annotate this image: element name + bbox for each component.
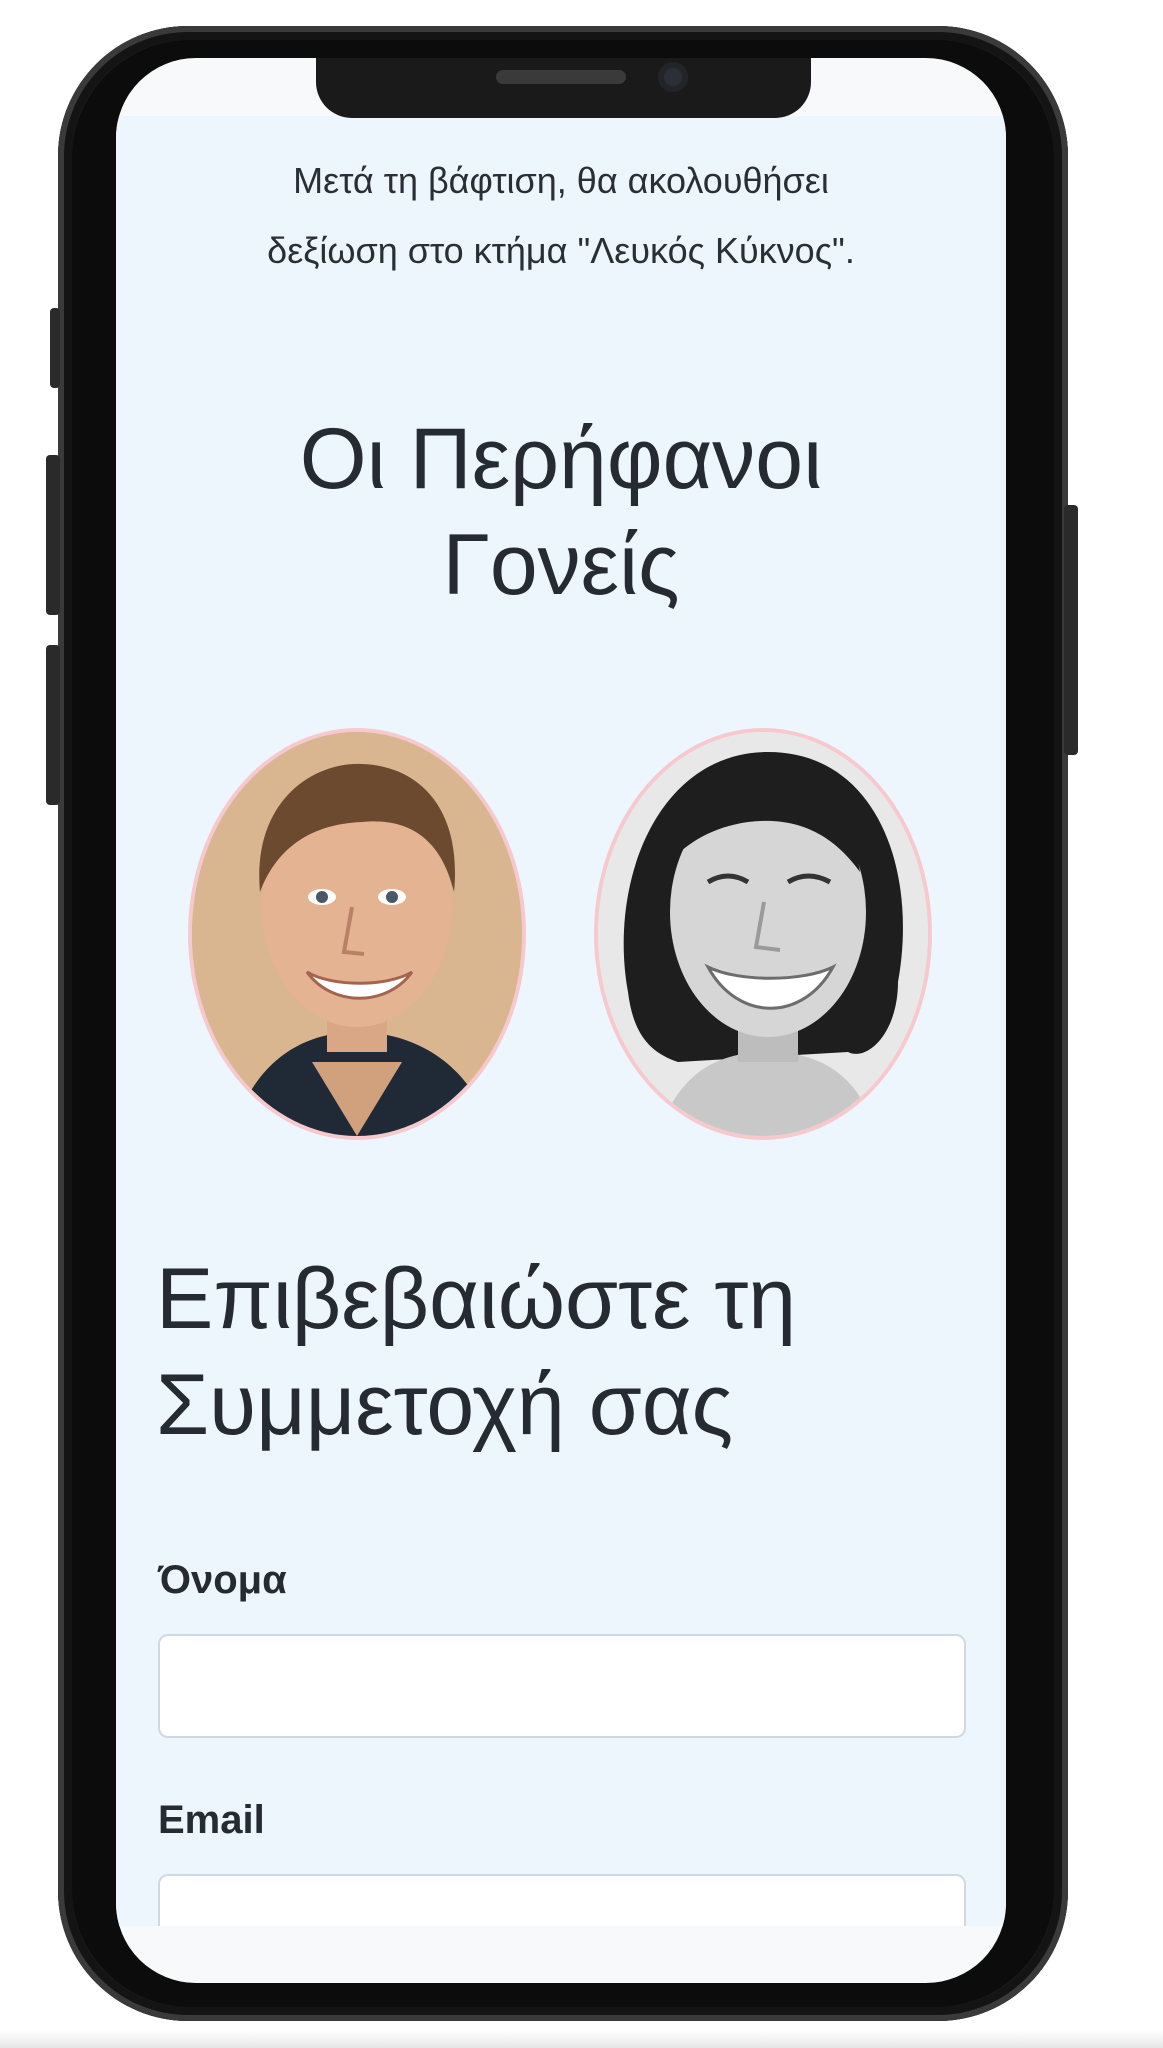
email-label: Email [158, 1798, 265, 1842]
rsvp-heading: Επιβεβαιώστε τη Συμμετοχή σας [156, 1246, 976, 1458]
speaker-grille [496, 70, 626, 84]
father-photo-illustration [192, 732, 522, 1136]
reception-info-line-2: δεξίωση στο κτήμα "Λευκός Κύκνος". [267, 230, 855, 271]
volume-up-button [46, 455, 60, 615]
mother-portrait [594, 728, 932, 1140]
power-button [1064, 505, 1078, 755]
name-input[interactable] [158, 1634, 966, 1738]
parents-heading: Οι Περήφανοι Γονείς [116, 406, 1006, 618]
father-portrait [188, 728, 526, 1140]
mother-photo-illustration [598, 732, 928, 1136]
rsvp-heading-line-2: Συμμετοχή σας [156, 1357, 734, 1453]
email-input[interactable] [158, 1874, 966, 1926]
parents-heading-line-1: Οι Περήφανοι [299, 411, 823, 507]
page-content[interactable]: Μετά τη βάφτιση, θα ακολουθήσει δεξίωση … [116, 116, 1006, 1926]
page-bottom-shadow [0, 2030, 1163, 2048]
reception-info-line-1: Μετά τη βάφτιση, θα ακολουθήσει [293, 160, 829, 201]
volume-down-button [46, 645, 60, 805]
front-camera [658, 62, 688, 92]
reception-info: Μετά τη βάφτιση, θα ακολουθήσει δεξίωση … [156, 146, 966, 286]
rsvp-heading-line-1: Επιβεβαιώστε τη [156, 1251, 797, 1347]
notch [316, 58, 811, 118]
phone-screen: Μετά τη βάφτιση, θα ακολουθήσει δεξίωση … [116, 58, 1006, 1983]
name-label: Όνομα [158, 1558, 287, 1602]
parents-heading-line-2: Γονείς [442, 517, 680, 613]
mute-switch [50, 308, 60, 388]
